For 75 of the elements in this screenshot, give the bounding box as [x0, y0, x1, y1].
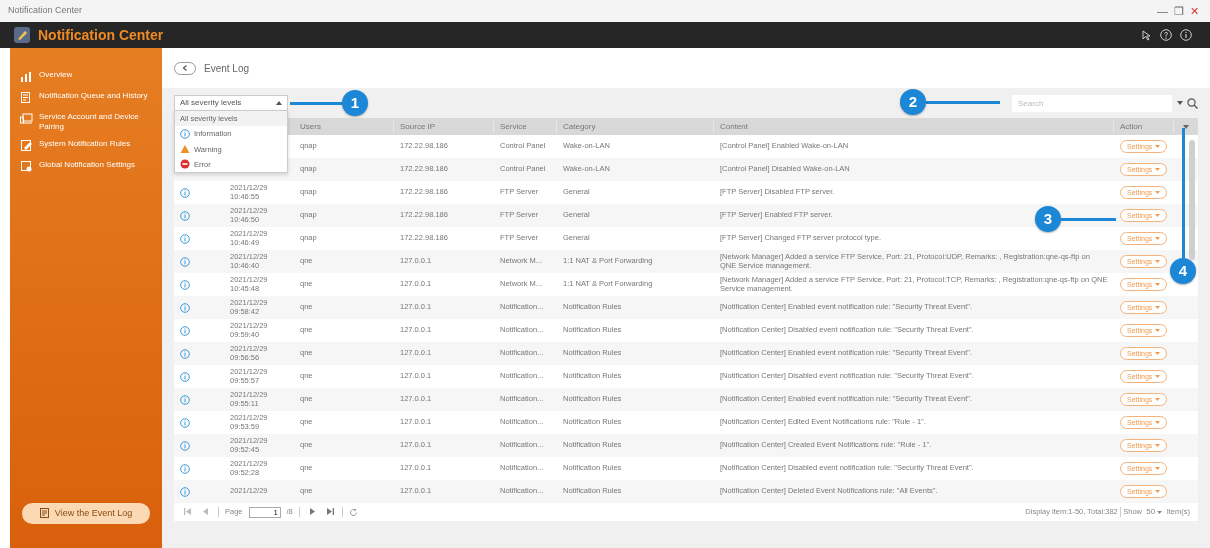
- sidebar-item[interactable]: System Notification Rules: [16, 135, 156, 157]
- column-header[interactable]: Category: [557, 120, 714, 133]
- scrollbar-thumb[interactable]: [1189, 140, 1195, 260]
- leader-line: [1061, 218, 1116, 221]
- chevron-left-icon: [182, 65, 188, 71]
- next-page-icon[interactable]: [307, 508, 316, 516]
- caret-icon: [1155, 375, 1161, 378]
- devices-icon: [20, 112, 33, 125]
- caret-icon: [1155, 168, 1161, 171]
- caret-icon: [1155, 421, 1161, 424]
- caret-icon: [1155, 283, 1161, 286]
- warning-icon: [180, 144, 190, 155]
- list-icon: [20, 91, 33, 104]
- sidebar-item[interactable]: Service Account and Device Pairing: [16, 108, 156, 136]
- caret-icon: [1155, 306, 1161, 309]
- sidebar-item[interactable]: Overview: [16, 66, 156, 87]
- cursor-icon[interactable]: [1140, 29, 1152, 41]
- caret-icon: [1155, 237, 1161, 240]
- sidebar-item[interactable]: Notification Queue and History: [16, 87, 156, 108]
- info-icon: [180, 486, 190, 497]
- info-icon: [180, 417, 190, 428]
- minimize-button[interactable]: —: [1154, 5, 1171, 17]
- page-title: Event Log: [204, 61, 250, 76]
- help-icon[interactable]: [1160, 29, 1172, 41]
- info-icon: [180, 128, 190, 139]
- column-header[interactable]: Service: [494, 120, 557, 133]
- caret-icon: [1155, 352, 1161, 355]
- refresh-icon: [348, 507, 358, 517]
- caret-icon: [1155, 467, 1161, 470]
- info-icon: [180, 302, 190, 313]
- info-icon: [180, 440, 190, 451]
- info-icon[interactable]: [1180, 29, 1192, 41]
- info-icon: [180, 463, 190, 474]
- app-logo-icon: [14, 27, 30, 43]
- window-title: Notification Center: [8, 4, 83, 18]
- caret-icon: [1155, 191, 1161, 194]
- info-icon: [180, 210, 190, 221]
- column-header[interactable]: Content: [714, 120, 1114, 133]
- close-button[interactable]: ✕: [1187, 5, 1202, 17]
- caret-icon: [1176, 101, 1183, 105]
- caret-icon: [1155, 260, 1161, 263]
- app-title: Notification Center: [38, 25, 164, 45]
- info-icon: [180, 233, 190, 244]
- caret-icon: [1155, 444, 1161, 447]
- restore-button[interactable]: ❐: [1171, 5, 1187, 17]
- sidebar-item[interactable]: Global Notification Settings: [16, 156, 156, 178]
- back-button[interactable]: [174, 61, 196, 75]
- leader-line: [290, 102, 342, 105]
- caret-icon: [1157, 510, 1163, 514]
- search-field[interactable]: Search: [1012, 94, 1172, 112]
- chart-icon: [20, 70, 33, 83]
- caret-icon: [1155, 398, 1161, 401]
- caret-icon: [1155, 329, 1161, 332]
- view-event-log-button[interactable]: View the Event Log: [22, 502, 150, 524]
- info-icon: [180, 348, 190, 359]
- column-header[interactable]: Users: [294, 120, 394, 133]
- search-icon: [1187, 97, 1198, 109]
- info-icon: [180, 394, 190, 405]
- column-header[interactable]: Action: [1114, 120, 1174, 133]
- error-icon: [180, 159, 190, 170]
- info-icon: [180, 371, 190, 382]
- column-header[interactable]: Source IP: [394, 120, 494, 133]
- caret-icon: [1155, 214, 1161, 217]
- page-size-dropdown[interactable]: 50: [1144, 508, 1165, 516]
- document-icon: [39, 508, 49, 519]
- caret-icon: [1155, 145, 1161, 148]
- edit-icon: [20, 139, 33, 153]
- column-menu-caret-icon: [1183, 124, 1189, 129]
- info-icon: [180, 256, 190, 267]
- caret-icon: [1155, 490, 1161, 493]
- info-icon: [180, 279, 190, 290]
- info-icon: [180, 325, 190, 336]
- info-icon: [180, 187, 190, 198]
- settings-icon: [20, 160, 33, 174]
- last-page-icon[interactable]: [325, 508, 334, 516]
